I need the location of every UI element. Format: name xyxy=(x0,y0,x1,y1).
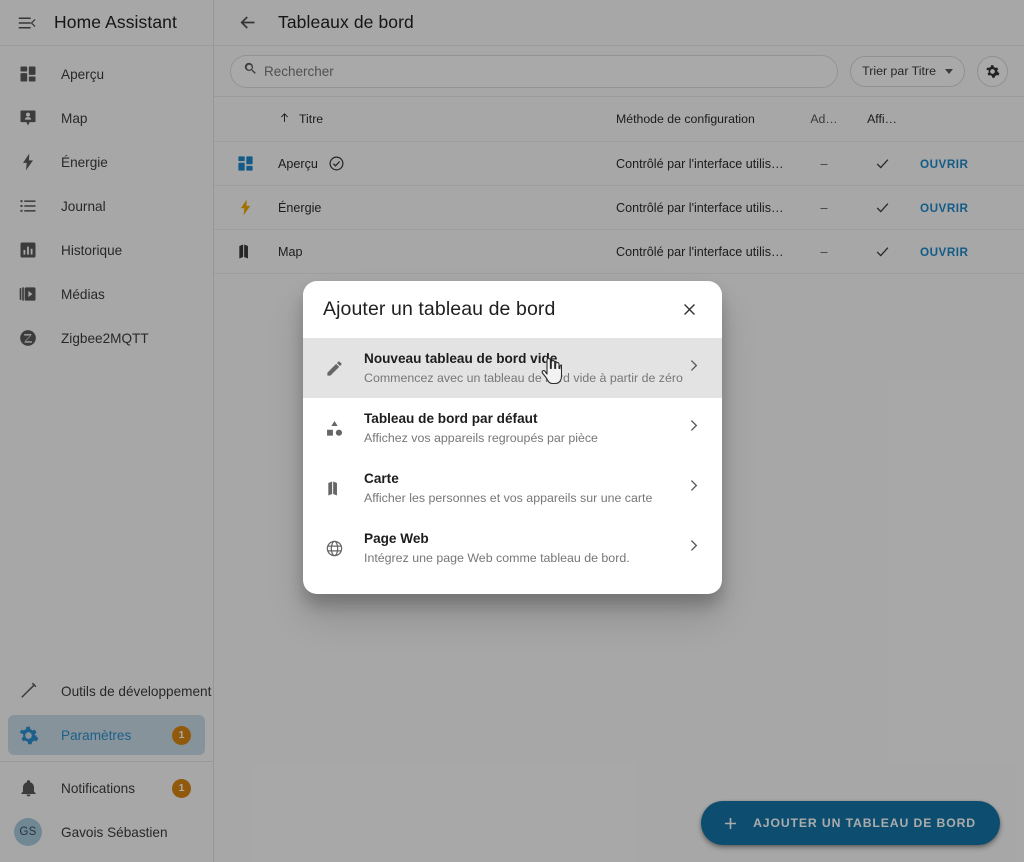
chevron-right-icon xyxy=(685,357,702,379)
dialog-option-text: Page Web Intégrez une page Web comme tab… xyxy=(364,529,685,568)
shapes-icon xyxy=(321,419,347,438)
dialog-option-webpage[interactable]: Page Web Intégrez une page Web comme tab… xyxy=(303,518,722,578)
add-dashboard-dialog: Ajouter un tableau de bord Nouveau table… xyxy=(303,281,722,594)
dialog-option-description: Intégrez une page Web comme tableau de b… xyxy=(364,550,630,565)
chevron-right-icon xyxy=(685,537,702,559)
dialog-option-text: Tableau de bord par défaut Affichez vos … xyxy=(364,409,685,448)
dialog-option-map[interactable]: Carte Afficher les personnes et vos appa… xyxy=(303,458,722,518)
dialog-option-description: Affichez vos appareils regroupés par piè… xyxy=(364,430,598,445)
close-icon[interactable] xyxy=(672,293,706,327)
dialog-option-title: Tableau de bord par défaut xyxy=(364,410,538,426)
dialog-title: Ajouter un tableau de bord xyxy=(323,298,556,320)
pencil-icon xyxy=(321,359,347,378)
dialog-option-text: Carte Afficher les personnes et vos appa… xyxy=(364,469,685,508)
map-icon xyxy=(321,479,347,498)
app-root: Home Assistant Aperçu Map Énergie Journa… xyxy=(0,0,1024,862)
dialog-option-title: Nouveau tableau de bord vide xyxy=(364,350,558,366)
dialog-option-title: Page Web xyxy=(364,530,429,546)
dialog-option-description: Commencez avec un tableau de bord vide à… xyxy=(364,370,683,385)
web-icon xyxy=(321,539,347,558)
dialog-option-default-dashboard[interactable]: Tableau de bord par défaut Affichez vos … xyxy=(303,398,722,458)
dialog-option-text: Nouveau tableau de bord vide Commencez a… xyxy=(364,349,685,388)
dialog-option-new-empty-dashboard[interactable]: Nouveau tableau de bord vide Commencez a… xyxy=(303,338,722,398)
dialog-options-list: Nouveau tableau de bord vide Commencez a… xyxy=(303,338,722,594)
dialog-header: Ajouter un tableau de bord xyxy=(303,281,722,338)
dialog-option-description: Afficher les personnes et vos appareils … xyxy=(364,490,653,505)
chevron-right-icon xyxy=(685,417,702,439)
chevron-right-icon xyxy=(685,477,702,499)
dialog-option-title: Carte xyxy=(364,470,399,486)
